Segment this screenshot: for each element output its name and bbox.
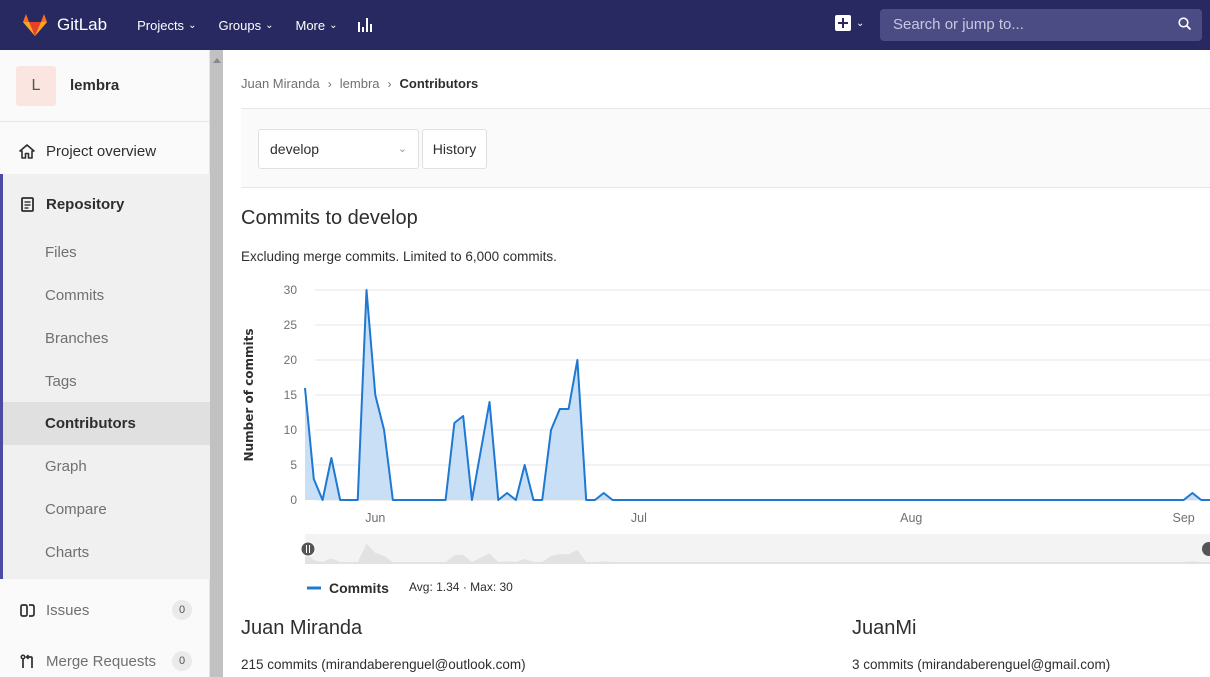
- breadcrumb-current[interactable]: Contributors: [400, 76, 479, 91]
- nav-more[interactable]: More ⌄: [295, 18, 337, 33]
- sidebar-item-graph[interactable]: Graph: [3, 445, 210, 488]
- breadcrumb-project[interactable]: lembra: [340, 76, 380, 91]
- y-axis-label: Number of commits: [242, 329, 256, 462]
- repository-section: Repository Files Commits Branches Tags C…: [0, 174, 210, 579]
- brush-handle-left: [300, 541, 316, 557]
- chevron-down-icon: ⌄: [397, 143, 407, 155]
- y-tick-label: 25: [284, 318, 298, 332]
- main-content: Juan Miranda › lembra › Contributors dev…: [241, 50, 1210, 677]
- sidebar-item-commits[interactable]: Commits: [3, 274, 210, 317]
- page-title: Commits to develop: [241, 207, 418, 229]
- sidebar-item-compare[interactable]: Compare: [3, 488, 210, 531]
- activity-chart-icon[interactable]: [357, 16, 376, 34]
- legend-series-name: Commits: [329, 580, 389, 596]
- y-tick-label: 5: [290, 458, 297, 472]
- nav-groups-label: Groups: [218, 17, 262, 33]
- brand-name: GitLab: [57, 15, 108, 34]
- search-icon[interactable]: [1178, 17, 1192, 31]
- chevron-right-icon: ›: [387, 76, 392, 91]
- nav-projects-label: Projects: [137, 17, 185, 33]
- sidebar-item-project-overview[interactable]: Project overview: [0, 130, 210, 172]
- y-tick-label: 10: [284, 423, 298, 437]
- x-tick-label: Jun: [365, 511, 385, 525]
- branch-controls: develop ⌄ History: [241, 109, 1210, 188]
- project-sidebar: L lembra Project overview Repository Fil…: [0, 50, 210, 677]
- plus-square-icon: [835, 15, 851, 31]
- sidebar-item-label: Project overview: [46, 142, 157, 160]
- chevron-down-icon: ⌄: [265, 19, 274, 31]
- gitlab-brand[interactable]: GitLab: [22, 0, 107, 50]
- project-header[interactable]: L lembra: [0, 50, 210, 122]
- x-tick-label: Aug: [900, 511, 922, 525]
- contributor-name: Juan Miranda: [241, 617, 363, 639]
- chevron-down-icon: ⌄: [329, 19, 338, 31]
- top-navbar: GitLab Projects ⌄ Groups ⌄ More ⌄ ⌄: [0, 0, 1210, 50]
- commits-chart: 0 5 10 15 20 25 30 Number of commits Jun Jul Aug Se…: [241, 278, 1210, 598]
- project-avatar: L: [16, 65, 56, 106]
- y-tick-label: 20: [284, 353, 298, 367]
- issues-icon: [18, 601, 36, 619]
- nav-groups[interactable]: Groups ⌄: [218, 18, 273, 33]
- chevron-down-icon: ⌄: [188, 19, 197, 31]
- issues-count-badge: 0: [172, 600, 192, 620]
- gitlab-logo-icon: [23, 14, 47, 36]
- brush-background: [305, 534, 1210, 564]
- chevron-down-icon: ⌄: [856, 17, 865, 29]
- commits-chart-svg: 0 5 10 15 20 25 30 Number of commits Jun Jul Aug Se…: [242, 283, 1210, 596]
- search-input[interactable]: [880, 9, 1202, 41]
- contributor-summary: 3 commits (mirandaberenguel@gmail.com): [852, 657, 1111, 672]
- sidebar-scrollbar[interactable]: [210, 50, 223, 677]
- branch-select-value: develop: [270, 141, 320, 157]
- breadcrumb-owner[interactable]: Juan Miranda: [241, 76, 320, 91]
- legend-stats: Avg: 1.34 · Max: 30: [409, 580, 513, 594]
- sidebar-item-tags[interactable]: Tags: [3, 360, 210, 403]
- sidebar-item-charts[interactable]: Charts: [3, 531, 210, 574]
- x-tick-label: Sep: [1173, 511, 1195, 525]
- y-tick-label: 0: [290, 493, 297, 507]
- home-icon: [18, 142, 36, 160]
- sidebar-item-label: Merge Requests: [46, 652, 157, 670]
- new-item-dropdown[interactable]: ⌄: [835, 15, 864, 31]
- merge-request-icon: [18, 652, 36, 670]
- sidebar-item-contributors[interactable]: Contributors: [3, 402, 210, 445]
- contributor-summary: 215 commits (mirandaberenguel@outlook.co…: [241, 657, 526, 672]
- sidebar-item-files[interactable]: Files: [3, 231, 210, 274]
- y-tick-label: 15: [284, 388, 298, 402]
- sidebar-item-label: Repository: [46, 195, 125, 213]
- sidebar-item-branches[interactable]: Branches: [3, 317, 210, 360]
- page-subtitle: Excluding merge commits. Limited to 6,00…: [241, 249, 557, 264]
- nav-more-label: More: [295, 17, 326, 33]
- chevron-right-icon: ›: [327, 76, 332, 91]
- scroll-up-arrow-icon[interactable]: [213, 58, 221, 63]
- sidebar-item-issues[interactable]: Issues 0: [0, 589, 210, 631]
- sidebar-item-merge-requests[interactable]: Merge Requests 0: [0, 640, 210, 677]
- merge-requests-count-badge: 0: [172, 651, 192, 671]
- branch-select[interactable]: develop ⌄: [258, 129, 419, 169]
- breadcrumb: Juan Miranda › lembra › Contributors: [241, 76, 478, 91]
- project-name: lembra: [70, 77, 120, 94]
- sidebar-item-label: Issues: [46, 601, 90, 619]
- document-icon: [18, 195, 36, 213]
- x-tick-label: Jul: [631, 511, 647, 525]
- nav-projects[interactable]: Projects ⌄: [137, 18, 196, 33]
- history-button[interactable]: History: [422, 129, 487, 169]
- contributor-name: JuanMi: [852, 617, 917, 639]
- y-tick-label: 30: [284, 283, 298, 297]
- sidebar-item-repository[interactable]: Repository: [3, 184, 124, 224]
